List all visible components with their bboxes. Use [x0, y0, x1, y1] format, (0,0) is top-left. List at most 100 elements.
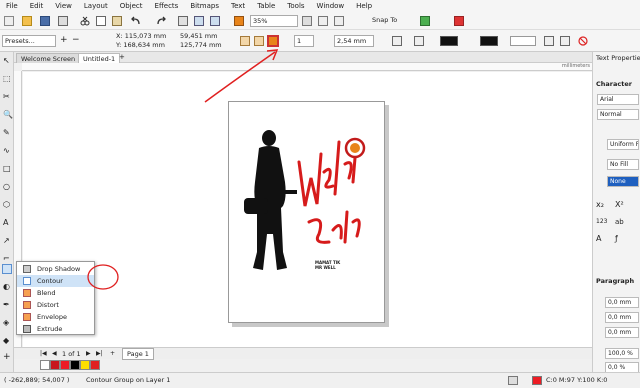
tab-untitled-1[interactable]: Untitled-1 [78, 53, 121, 63]
search-content-icon[interactable] [178, 16, 188, 26]
options-icon[interactable] [454, 16, 464, 26]
freehand-tool-icon[interactable]: ✎ [3, 128, 10, 137]
acceleration-icon[interactable] [544, 36, 554, 46]
transparency-tool-icon[interactable]: ◐ [3, 282, 10, 291]
x-position-field[interactable]: X: 115,073 mm [116, 32, 166, 40]
open-folder-icon[interactable] [22, 16, 32, 26]
connector-tool-icon[interactable]: ⌐ [3, 254, 10, 263]
pick-tool-icon[interactable]: ↖ [3, 56, 10, 65]
swatch-red[interactable] [50, 360, 60, 370]
save-icon[interactable] [40, 16, 50, 26]
presets-dropdown[interactable]: Presets... [2, 35, 56, 47]
add-preset-icon[interactable]: + [60, 35, 68, 45]
end-color-swatch[interactable] [510, 36, 536, 46]
menu-bitmaps[interactable]: Bitmaps [184, 2, 225, 10]
artistic-media-icon[interactable]: ∿ [3, 146, 10, 155]
menu-table[interactable]: Table [251, 2, 281, 10]
flyout-item-blend[interactable]: Blend [17, 287, 94, 299]
flyout-item-extrude[interactable]: Extrude [17, 323, 94, 335]
case-icon[interactable]: ƒ [615, 234, 618, 243]
menu-file[interactable]: File [0, 2, 24, 10]
artwork-graphic[interactable] [229, 102, 384, 322]
menu-effects[interactable]: Effects [149, 2, 185, 10]
first-page-icon[interactable]: |◀ [40, 350, 47, 357]
outline-width-field[interactable]: None [607, 176, 639, 187]
fill-type-dropdown[interactable]: Uniform F [607, 139, 639, 150]
outline-color-swatch[interactable] [440, 36, 458, 46]
subscript-icon[interactable]: x₂ [596, 200, 604, 209]
numerals-icon[interactable]: 123 [596, 218, 607, 225]
flyout-item-contour[interactable]: Contour [17, 275, 94, 287]
full-screen-icon[interactable] [302, 16, 312, 26]
rulers-icon[interactable] [318, 16, 328, 26]
menu-object[interactable]: Object [114, 2, 149, 10]
tab-page-1[interactable]: Page 1 [122, 348, 154, 360]
horizontal-ruler[interactable]: millimeters [22, 63, 592, 71]
font-style-dropdown[interactable]: Normal [597, 109, 639, 120]
last-page-icon[interactable]: ▶| [96, 350, 103, 357]
menu-window[interactable]: Window [311, 2, 351, 10]
paragraph-section-header[interactable]: Paragraph [596, 277, 634, 285]
background-fill-dropdown[interactable]: No Fill [607, 159, 639, 170]
menu-view[interactable]: View [49, 2, 78, 10]
paste-icon[interactable] [112, 16, 122, 26]
menu-layout[interactable]: Layout [78, 2, 114, 10]
character-section-header[interactable]: Character [596, 80, 632, 88]
shape-tool-icon[interactable]: ⬚ [3, 74, 11, 83]
caps-icon[interactable]: ab [615, 218, 624, 226]
add-document-icon[interactable]: + [119, 53, 125, 61]
clear-contour-icon[interactable] [578, 36, 588, 46]
width-field[interactable]: 59,451 mm [180, 32, 217, 40]
line-spacing-field[interactable]: 100,0 % [605, 348, 639, 359]
swatch-bright-red[interactable] [60, 360, 70, 370]
swatch-black[interactable] [70, 360, 80, 370]
tab-welcome-screen[interactable]: Welcome Screen [16, 53, 81, 63]
document-page[interactable]: MAMAT TIK MR WELL [228, 101, 385, 323]
swatch-red-2[interactable] [90, 360, 100, 370]
welcome-screen-icon[interactable] [420, 16, 430, 26]
menu-text[interactable]: Text [225, 2, 251, 10]
swatch-none[interactable] [40, 360, 50, 370]
contour-offset-field[interactable]: 2,54 mm [334, 35, 374, 47]
uppercase-icon[interactable]: A [596, 234, 601, 243]
redo-icon[interactable] [155, 16, 166, 26]
fill-color-swatch[interactable] [480, 36, 498, 46]
export-icon[interactable] [210, 16, 220, 26]
new-document-icon[interactable] [4, 16, 14, 26]
parallel-dimension-icon[interactable]: ↗ [3, 236, 10, 245]
crop-tool-icon[interactable]: ✂ [3, 92, 10, 101]
remove-preset-icon[interactable]: − [72, 35, 80, 45]
cut-icon[interactable] [80, 16, 90, 26]
color-blend-icon[interactable] [414, 36, 424, 46]
zoom-level-field[interactable]: 35% [250, 15, 298, 27]
right-indent-field[interactable]: 0,0 mm [605, 327, 639, 338]
contour-tool-icon[interactable] [2, 264, 12, 274]
eyedropper-tool-icon[interactable]: ✒ [3, 300, 10, 309]
first-line-indent-field[interactable]: 0,0 mm [605, 297, 639, 308]
prev-page-icon[interactable]: ◀ [52, 350, 57, 357]
left-indent-field[interactable]: 0,0 mm [605, 312, 639, 323]
menu-tools[interactable]: Tools [281, 2, 310, 10]
flyout-item-drop-shadow[interactable]: Drop Shadow [17, 263, 94, 275]
corner-type-icon[interactable] [392, 36, 402, 46]
text-tool-icon[interactable]: A [3, 218, 8, 227]
ellipse-tool-icon[interactable]: ○ [3, 182, 10, 191]
menu-help[interactable]: Help [350, 2, 378, 10]
flyout-item-envelope[interactable]: Envelope [17, 311, 94, 323]
flyout-item-distort[interactable]: Distort [17, 299, 94, 311]
copy-icon[interactable] [96, 16, 106, 26]
superscript-icon[interactable]: X² [615, 200, 624, 209]
undo-icon[interactable] [130, 16, 140, 26]
smart-fill-icon[interactable]: ◆ [3, 336, 9, 345]
font-family-dropdown[interactable]: Arial [597, 94, 639, 105]
polygon-tool-icon[interactable]: ⬡ [3, 200, 10, 209]
menu-edit[interactable]: Edit [24, 2, 50, 10]
rectangle-tool-icon[interactable]: □ [3, 164, 11, 173]
grid-icon[interactable] [334, 16, 344, 26]
zoom-tool-icon[interactable]: 🔍 [3, 110, 13, 119]
y-position-field[interactable]: Y: 168,634 mm [116, 41, 165, 49]
copy-contour-icon[interactable] [560, 36, 570, 46]
next-page-icon[interactable]: ▶ [86, 350, 91, 357]
add-page-icon[interactable]: + [110, 350, 115, 357]
contour-steps-field[interactable]: 1 [294, 35, 314, 47]
